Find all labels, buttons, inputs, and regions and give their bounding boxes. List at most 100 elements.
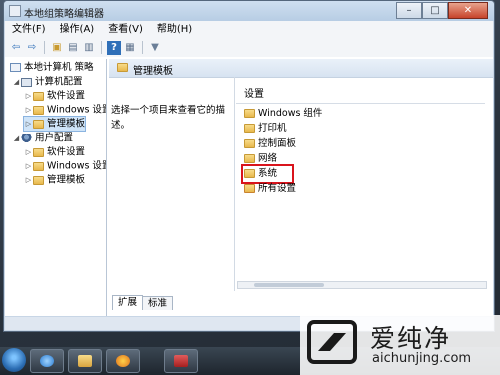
section-header: 管理模板 <box>109 59 493 78</box>
menu-action[interactable]: 操作(A) <box>53 21 102 38</box>
show-hide-tree-icon[interactable]: ▤ <box>66 41 80 55</box>
help-icon[interactable]: ? <box>107 40 121 55</box>
menu-bar: 文件(F) 操作(A) 查看(V) 帮助(H) <box>5 21 493 39</box>
policy-icon <box>10 63 21 72</box>
group-policy-editor-window: 本地组策略编辑器 – □ ✕ 文件(F) 操作(A) 查看(V) 帮助(H) ⇦… <box>3 0 495 332</box>
taskbar-media-button[interactable] <box>106 349 140 373</box>
view-tabs: 扩展 标准 <box>109 295 174 310</box>
folder-icon <box>33 161 44 171</box>
tree-item-user-admin-templates[interactable]: ▷ 管理模板 <box>24 173 85 187</box>
tree-item-computer-config[interactable]: ◢ 计算机配置 <box>12 75 83 89</box>
tree-item-windows-settings[interactable]: ▷ Windows 设置 <box>24 103 107 117</box>
tree-item-label: 软件设置 <box>47 146 86 158</box>
folder-icon <box>244 109 255 118</box>
brand-logo-icon <box>307 320 357 364</box>
collapsed-arrow-icon[interactable]: ▷ <box>24 103 33 117</box>
tree-item-label: Windows 设置 <box>47 104 107 116</box>
close-button[interactable]: ✕ <box>448 2 488 19</box>
folder-icon <box>33 119 44 129</box>
tree-item-label: 管理模板 <box>47 118 86 130</box>
maximize-button[interactable]: □ <box>422 2 448 19</box>
folder-icon <box>33 105 44 115</box>
tree-item-software-settings[interactable]: ▷ 软件设置 <box>24 89 85 103</box>
settings-list: 设置 Windows 组件 打印机 控制面板 网络 系统 所有设置 <box>236 77 485 291</box>
list-item-label: Windows 组件 <box>258 108 323 119</box>
brand-name: 爱纯净 <box>370 324 452 353</box>
folder-icon <box>244 139 255 148</box>
tree-item-label: 计算机配置 <box>35 76 83 88</box>
folder-icon <box>33 175 44 185</box>
collapsed-arrow-icon[interactable]: ▷ <box>24 145 33 159</box>
folder-icon <box>244 124 255 133</box>
watermark: 爱纯净 aichunjing.com <box>300 315 500 375</box>
tab-extended[interactable]: 扩展 <box>112 295 144 310</box>
list-item-label: 系统 <box>258 168 278 179</box>
tree-item-local-computer-policy[interactable]: 本地计算机 策略 <box>10 61 94 75</box>
window-title: 本地组策略编辑器 <box>24 9 104 20</box>
folder-icon <box>33 147 44 157</box>
expanded-arrow-icon[interactable]: ◢ <box>12 131 21 145</box>
all-settings-icon <box>244 184 255 193</box>
properties-icon[interactable]: ▦ <box>123 41 137 55</box>
list-item-printers[interactable]: 打印机 <box>244 122 287 136</box>
list-item-system[interactable]: 系统 <box>241 164 294 184</box>
description-text: 选择一个项目来查看它的描述。 <box>111 105 226 131</box>
title-bar[interactable]: 本地组策略编辑器 – □ ✕ <box>4 1 494 21</box>
user-icon <box>21 133 32 143</box>
toolbar-separator <box>142 41 143 54</box>
section-title: 管理模板 <box>133 66 173 77</box>
toolbar: ⇦ ⇨ ▣ ▤ ▥ ? ▦ ▼ <box>5 38 493 58</box>
folder-icon <box>33 91 44 101</box>
description-panel: 选择一个项目来查看它的描述。 <box>109 77 235 291</box>
expanded-arrow-icon[interactable]: ◢ <box>12 75 21 89</box>
taskbar-ie-button[interactable] <box>30 349 64 373</box>
list-item-control-panel[interactable]: 控制面板 <box>244 137 296 151</box>
collapsed-arrow-icon[interactable]: ▷ <box>24 89 33 103</box>
tree-item-user-software-settings[interactable]: ▷ 软件设置 <box>24 145 85 159</box>
filter-icon[interactable]: ▼ <box>148 41 162 55</box>
list-item-label: 控制面板 <box>258 138 297 149</box>
list-item-label: 打印机 <box>258 123 287 134</box>
toolbar-separator <box>101 41 102 54</box>
list-item-label: 网络 <box>258 153 278 164</box>
folder-icon <box>244 154 255 163</box>
list-item-all-settings[interactable]: 所有设置 <box>244 182 296 196</box>
policy-editor-icon <box>174 355 188 367</box>
list-item-label: 所有设置 <box>258 183 297 194</box>
tree-item-user-windows-settings[interactable]: ▷ Windows 设置 <box>24 159 106 173</box>
brand-url: aichunjing.com <box>372 351 472 366</box>
back-arrow-icon[interactable]: ⇦ <box>9 41 23 55</box>
toolbar-separator <box>44 41 45 54</box>
taskbar-folder-button[interactable] <box>68 349 102 373</box>
taskbar-gpedit-button[interactable] <box>164 349 198 373</box>
list-item-windows-components[interactable]: Windows 组件 <box>244 107 322 121</box>
forward-arrow-icon[interactable]: ⇨ <box>25 41 39 55</box>
collapsed-arrow-icon[interactable]: ▷ <box>24 159 33 173</box>
tree-item-label: 用户配置 <box>35 132 74 144</box>
tree-item-label: 本地计算机 策略 <box>24 62 94 73</box>
menu-view[interactable]: 查看(V) <box>101 21 150 38</box>
horizontal-scrollbar[interactable] <box>237 281 487 289</box>
collapsed-arrow-icon[interactable]: ▷ <box>24 117 33 131</box>
menu-help[interactable]: 帮助(H) <box>150 21 199 38</box>
up-folder-icon[interactable]: ▣ <box>50 41 64 55</box>
folder-icon <box>78 355 92 367</box>
list-item-network[interactable]: 网络 <box>244 152 277 166</box>
scrollbar-thumb[interactable] <box>254 283 324 287</box>
tab-standard[interactable]: 标准 <box>142 296 174 310</box>
collapsed-arrow-icon[interactable]: ▷ <box>24 173 33 187</box>
internet-explorer-icon <box>40 355 54 367</box>
folder-icon <box>244 169 255 178</box>
list-header-settings[interactable]: 设置 <box>236 87 485 104</box>
tree-item-admin-templates[interactable]: ▷ 管理模板 <box>22 116 87 132</box>
tree-item-user-config[interactable]: ◢ 用户配置 <box>12 131 73 145</box>
media-player-icon <box>116 355 130 367</box>
menu-file[interactable]: 文件(F) <box>5 21 53 38</box>
minimize-button[interactable]: – <box>396 2 422 19</box>
folder-icon <box>117 63 128 72</box>
start-button[interactable] <box>2 348 26 372</box>
tree-item-label: 管理模板 <box>47 174 86 186</box>
window-controls: – □ ✕ <box>396 2 488 19</box>
details-pane: 管理模板 选择一个项目来查看它的描述。 设置 Windows 组件 打印机 控制… <box>109 59 493 316</box>
export-list-icon[interactable]: ▥ <box>82 41 96 55</box>
